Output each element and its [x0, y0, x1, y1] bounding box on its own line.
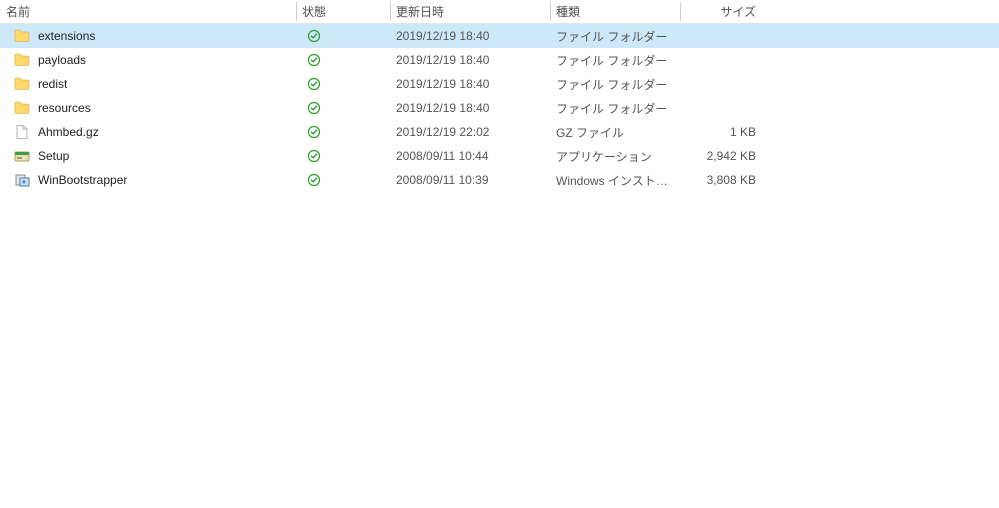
file-size: 3,808 KB	[707, 173, 756, 187]
cell-size: 2,942 KB	[680, 149, 762, 163]
column-header-name-label: 名前	[6, 3, 30, 20]
file-type: Windows インスト…	[556, 172, 668, 189]
cell-status	[296, 148, 390, 164]
cell-status	[296, 100, 390, 116]
file-row[interactable]: Ahmbed.gz 2019/12/19 22:02 GZ ファイル 1 KB	[0, 120, 999, 144]
modified-date: 2019/12/19 18:40	[396, 77, 489, 91]
cell-name: WinBootstrapper	[0, 172, 296, 188]
modified-date: 2019/12/19 18:40	[396, 101, 489, 115]
installer-icon	[14, 172, 30, 188]
cell-type: ファイル フォルダー	[550, 76, 680, 93]
cell-date: 2019/12/19 18:40	[390, 101, 550, 115]
synced-icon	[306, 172, 322, 188]
cell-date: 2019/12/19 18:40	[390, 29, 550, 43]
modified-date: 2019/12/19 18:40	[396, 29, 489, 43]
column-header-size-label: サイズ	[720, 3, 756, 20]
cell-status	[296, 172, 390, 188]
cell-size: 3,808 KB	[680, 173, 762, 187]
cell-type: ファイル フォルダー	[550, 28, 680, 45]
file-name: WinBootstrapper	[38, 173, 127, 187]
file-name: Setup	[38, 149, 69, 163]
folder-icon	[14, 100, 30, 116]
file-type: ファイル フォルダー	[556, 100, 667, 117]
file-type: ファイル フォルダー	[556, 52, 667, 69]
cell-date: 2008/09/11 10:44	[390, 149, 550, 163]
folder-icon	[14, 76, 30, 92]
file-type: アプリケーション	[556, 148, 652, 165]
file-row[interactable]: payloads 2019/12/19 18:40 ファイル フォルダー	[0, 48, 999, 72]
file-icon	[14, 124, 30, 140]
synced-icon	[306, 148, 322, 164]
modified-date: 2008/09/11 10:44	[396, 149, 489, 163]
column-header-row: 名前 状態 更新日時 種類 サイズ	[0, 0, 999, 24]
cell-type: Windows インスト…	[550, 172, 680, 189]
synced-icon	[306, 28, 322, 44]
file-size: 1 KB	[730, 125, 756, 139]
setup-icon	[14, 148, 30, 164]
modified-date: 2019/12/19 22:02	[396, 125, 489, 139]
file-type: ファイル フォルダー	[556, 28, 667, 45]
cell-status	[296, 28, 390, 44]
column-header-status-label: 状態	[302, 3, 326, 20]
column-header-size[interactable]: サイズ	[680, 0, 762, 23]
cell-name: Setup	[0, 148, 296, 164]
file-name: resources	[38, 101, 91, 115]
synced-icon	[306, 76, 322, 92]
folder-icon	[14, 52, 30, 68]
cell-date: 2019/12/19 18:40	[390, 77, 550, 91]
file-name: payloads	[38, 53, 86, 67]
synced-icon	[306, 100, 322, 116]
cell-name: resources	[0, 100, 296, 116]
synced-icon	[306, 124, 322, 140]
column-header-type[interactable]: 種類	[550, 0, 680, 23]
file-name: Ahmbed.gz	[38, 125, 99, 139]
file-row[interactable]: resources 2019/12/19 18:40 ファイル フォルダー	[0, 96, 999, 120]
file-row[interactable]: extensions 2019/12/19 18:40 ファイル フォルダー	[0, 24, 999, 48]
cell-status	[296, 124, 390, 140]
synced-icon	[306, 52, 322, 68]
column-header-type-label: 種類	[556, 3, 580, 20]
modified-date: 2008/09/11 10:39	[396, 173, 489, 187]
cell-name: redist	[0, 76, 296, 92]
cell-type: GZ ファイル	[550, 124, 680, 141]
file-row[interactable]: Setup 2008/09/11 10:44 アプリケーション 2,942 KB	[0, 144, 999, 168]
file-name: extensions	[38, 29, 95, 43]
cell-name: payloads	[0, 52, 296, 68]
cell-size: 1 KB	[680, 125, 762, 139]
cell-type: ファイル フォルダー	[550, 100, 680, 117]
file-name: redist	[38, 77, 67, 91]
cell-date: 2008/09/11 10:39	[390, 173, 550, 187]
file-row[interactable]: WinBootstrapper 2008/09/11 10:39 Windows イ…	[0, 168, 999, 192]
file-type: GZ ファイル	[556, 124, 624, 141]
column-header-status[interactable]: 状態	[296, 0, 390, 23]
cell-name: extensions	[0, 28, 296, 44]
cell-type: アプリケーション	[550, 148, 680, 165]
column-header-date[interactable]: 更新日時	[390, 0, 550, 23]
cell-type: ファイル フォルダー	[550, 52, 680, 69]
column-header-name[interactable]: 名前	[0, 0, 296, 23]
cell-date: 2019/12/19 22:02	[390, 125, 550, 139]
cell-status	[296, 52, 390, 68]
cell-name: Ahmbed.gz	[0, 124, 296, 140]
file-row[interactable]: redist 2019/12/19 18:40 ファイル フォルダー	[0, 72, 999, 96]
cell-status	[296, 76, 390, 92]
folder-icon	[14, 28, 30, 44]
file-list: extensions2019/12/19 18:40ファイル フォルダーpayl…	[0, 24, 999, 192]
column-header-date-label: 更新日時	[396, 3, 444, 20]
file-size: 2,942 KB	[707, 149, 756, 163]
cell-date: 2019/12/19 18:40	[390, 53, 550, 67]
modified-date: 2019/12/19 18:40	[396, 53, 489, 67]
file-type: ファイル フォルダー	[556, 76, 667, 93]
